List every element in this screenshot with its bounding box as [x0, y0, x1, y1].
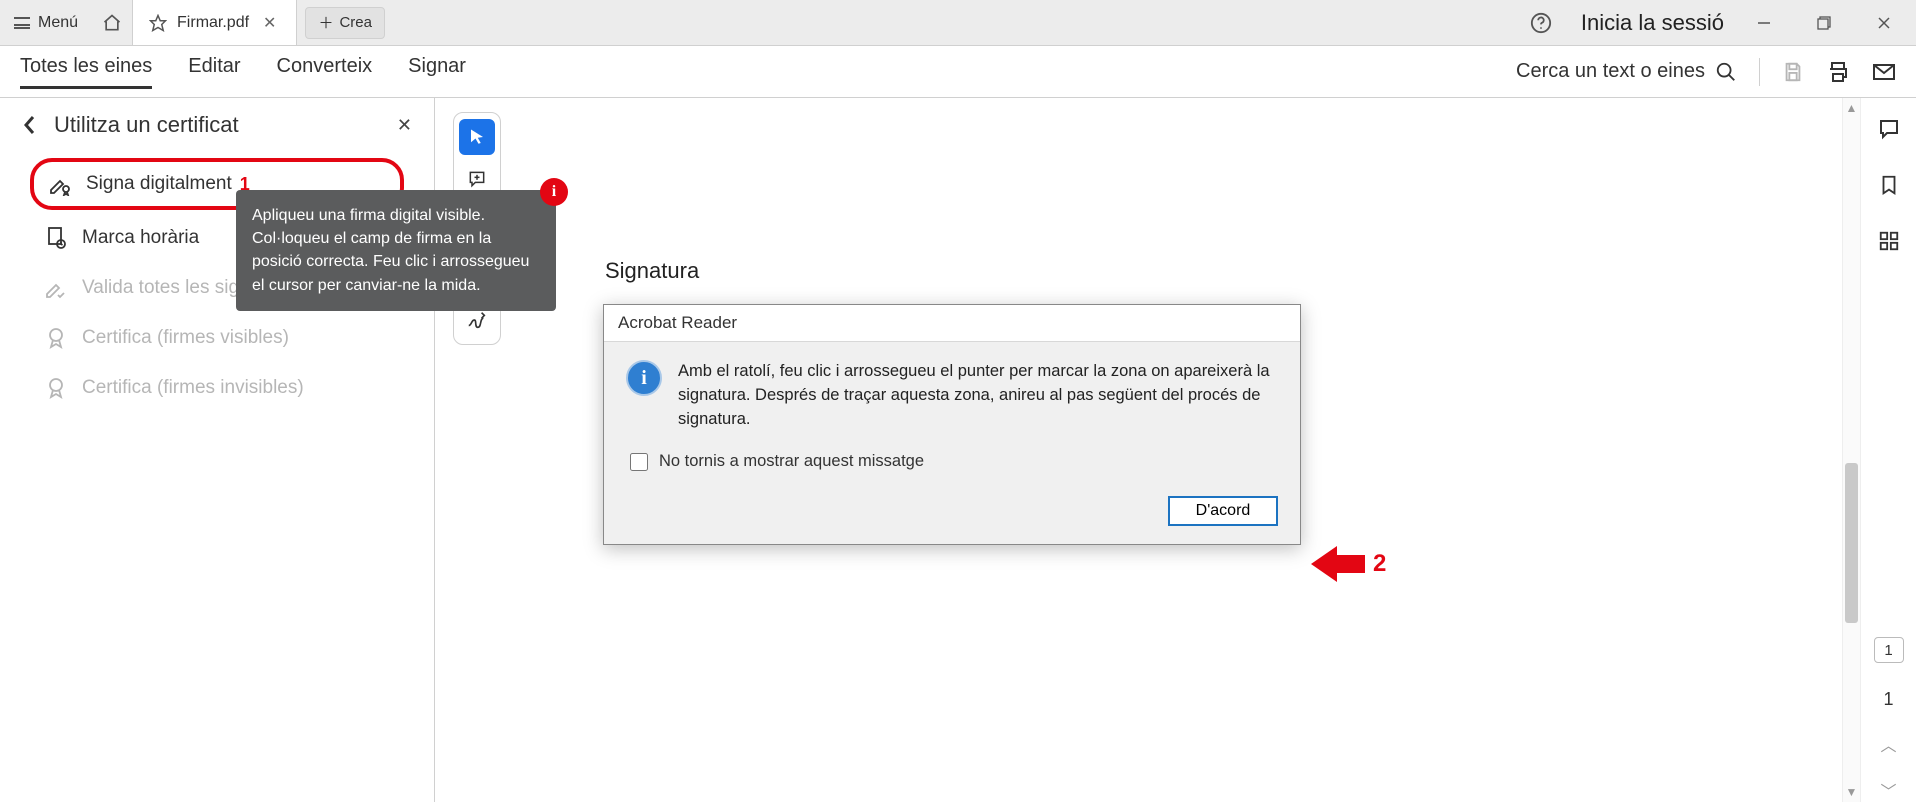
scroll-down-icon[interactable]: ▼: [1843, 782, 1860, 802]
panel-header: Utilitza un certificat ✕: [0, 112, 434, 158]
dialog-message: Amb el ratolí, feu clic i arrossegueu el…: [678, 360, 1278, 432]
divider: [1759, 58, 1760, 86]
restore-icon: [1817, 16, 1831, 30]
total-pages-label: 1: [1883, 689, 1893, 710]
minimize-icon: [1757, 16, 1771, 30]
ribbon-outline-icon: [44, 376, 68, 400]
menu-label: Menú: [38, 14, 78, 32]
plus-icon: ＋: [318, 12, 333, 33]
home-icon: [102, 13, 122, 33]
toolbar-item-all-tools[interactable]: Totes les eines: [20, 55, 152, 89]
scroll-thumb[interactable]: [1845, 463, 1858, 623]
panel-item-certify-invisible: Certifica (firmes invisibles): [30, 366, 404, 410]
document-clock-icon: [44, 226, 68, 250]
selection-tool-button[interactable]: [459, 119, 495, 155]
panel-item-label: Marca horària: [82, 227, 199, 249]
panel-item-label: Certifica (firmes visibles): [82, 327, 289, 349]
left-panel: Utilitza un certificat ✕ Signa digitalme…: [0, 98, 435, 802]
dialog-ok-button[interactable]: D'acord: [1168, 496, 1278, 526]
grid-icon: [1878, 230, 1900, 252]
ribbon-icon: [44, 326, 68, 350]
dialog-title: Acrobat Reader: [604, 305, 1300, 342]
current-page-label: 1: [1884, 642, 1892, 659]
help-button[interactable]: [1521, 12, 1561, 34]
comment-plus-icon: [467, 169, 487, 189]
info-badge-icon: i: [540, 178, 568, 206]
close-icon: [1877, 16, 1891, 30]
email-icon[interactable]: [1872, 60, 1896, 84]
star-icon: [149, 14, 167, 32]
bookmark-icon: [1878, 173, 1900, 197]
main-area: Utilitza un certificat ✕ Signa digitalme…: [0, 98, 1916, 802]
window-restore-button[interactable]: [1804, 3, 1844, 43]
toolbar-menu: Totes les eines Editar Converteix Signar: [20, 55, 466, 89]
thumbnails-panel-button[interactable]: [1872, 224, 1906, 258]
window-close-button[interactable]: [1864, 3, 1904, 43]
toolbar-item-sign[interactable]: Signar: [408, 55, 466, 89]
home-button[interactable]: [92, 0, 132, 45]
cursor-icon: [468, 128, 486, 146]
tab-close-button[interactable]: ✕: [259, 13, 280, 33]
vertical-scrollbar[interactable]: ▲ ▼: [1842, 98, 1860, 802]
pen-check-icon: [44, 276, 68, 300]
save-icon[interactable]: [1782, 61, 1804, 83]
toolbar-item-convert[interactable]: Converteix: [277, 55, 373, 89]
signature-icon: [466, 309, 488, 331]
tooltip: i Apliqueu una firma digital visible. Co…: [236, 190, 556, 311]
page-up-button[interactable]: ︿: [1880, 732, 1896, 756]
create-label: Crea: [339, 14, 372, 31]
page-indicator[interactable]: 1: [1874, 637, 1904, 663]
pen-certificate-icon: [48, 172, 72, 196]
page-down-button[interactable]: ﹀: [1880, 778, 1896, 802]
viewer: A Signatura Acrobat Reader i Amb el rato…: [435, 98, 1842, 802]
print-icon[interactable]: [1826, 60, 1850, 84]
panel-item-certify-visible: Certifica (firmes visibles): [30, 316, 404, 360]
info-icon: i: [626, 360, 662, 396]
dialog: Acrobat Reader i Amb el ratolí, feu clic…: [603, 304, 1301, 545]
search-label: Cerca un text o eines: [1516, 60, 1705, 83]
titlebar: Menú Firmar.pdf ✕ ＋ Crea Inicia la sessi…: [0, 0, 1916, 46]
scroll-up-icon[interactable]: ▲: [1843, 98, 1860, 118]
dialog-dont-show-again[interactable]: No tornis a mostrar aquest missatge: [604, 436, 1300, 474]
comments-panel-button[interactable]: [1872, 112, 1906, 146]
toolbar-right: Cerca un text o eines: [1516, 58, 1896, 86]
tab-label: Firmar.pdf: [177, 14, 249, 32]
panel-title: Utilitza un certificat: [54, 112, 239, 138]
create-tab-button[interactable]: ＋ Crea: [305, 7, 385, 39]
search-button[interactable]: Cerca un text o eines: [1516, 60, 1737, 83]
menu-button[interactable]: Menú: [0, 0, 92, 45]
dont-show-checkbox[interactable]: [630, 453, 648, 471]
back-icon[interactable]: [22, 113, 38, 137]
panel-close-button[interactable]: ✕: [397, 115, 412, 136]
hamburger-icon: [14, 17, 30, 29]
help-icon: [1530, 12, 1552, 34]
bookmarks-panel-button[interactable]: [1872, 168, 1906, 202]
panel-item-label: Certifica (firmes invisibles): [82, 377, 304, 399]
panel-item-label: Signa digitalment: [86, 173, 232, 195]
search-icon: [1715, 61, 1737, 83]
tooltip-text: Apliqueu una firma digital visible. Col·…: [252, 207, 529, 294]
main-toolbar: Totes les eines Editar Converteix Signar…: [0, 46, 1916, 98]
dialog-checkbox-label: No tornis a mostrar aquest missatge: [659, 452, 924, 471]
speech-bubble-icon: [1877, 117, 1901, 141]
document-tab[interactable]: Firmar.pdf ✕: [132, 0, 297, 45]
dialog-buttons: D'acord: [604, 474, 1300, 544]
dialog-body: i Amb el ratolí, feu clic i arrossegueu …: [604, 342, 1300, 436]
toolbar-item-edit[interactable]: Editar: [188, 55, 240, 89]
signature-field-label: Signatura: [605, 258, 1842, 284]
signin-label: Inicia la sessió: [1581, 10, 1724, 35]
signin-button[interactable]: Inicia la sessió: [1581, 10, 1724, 36]
titlebar-right: Inicia la sessió: [1521, 3, 1916, 43]
right-rail: 1 1 ︿ ﹀: [1860, 98, 1916, 802]
scroll-track[interactable]: [1843, 118, 1860, 782]
window-minimize-button[interactable]: [1744, 3, 1784, 43]
